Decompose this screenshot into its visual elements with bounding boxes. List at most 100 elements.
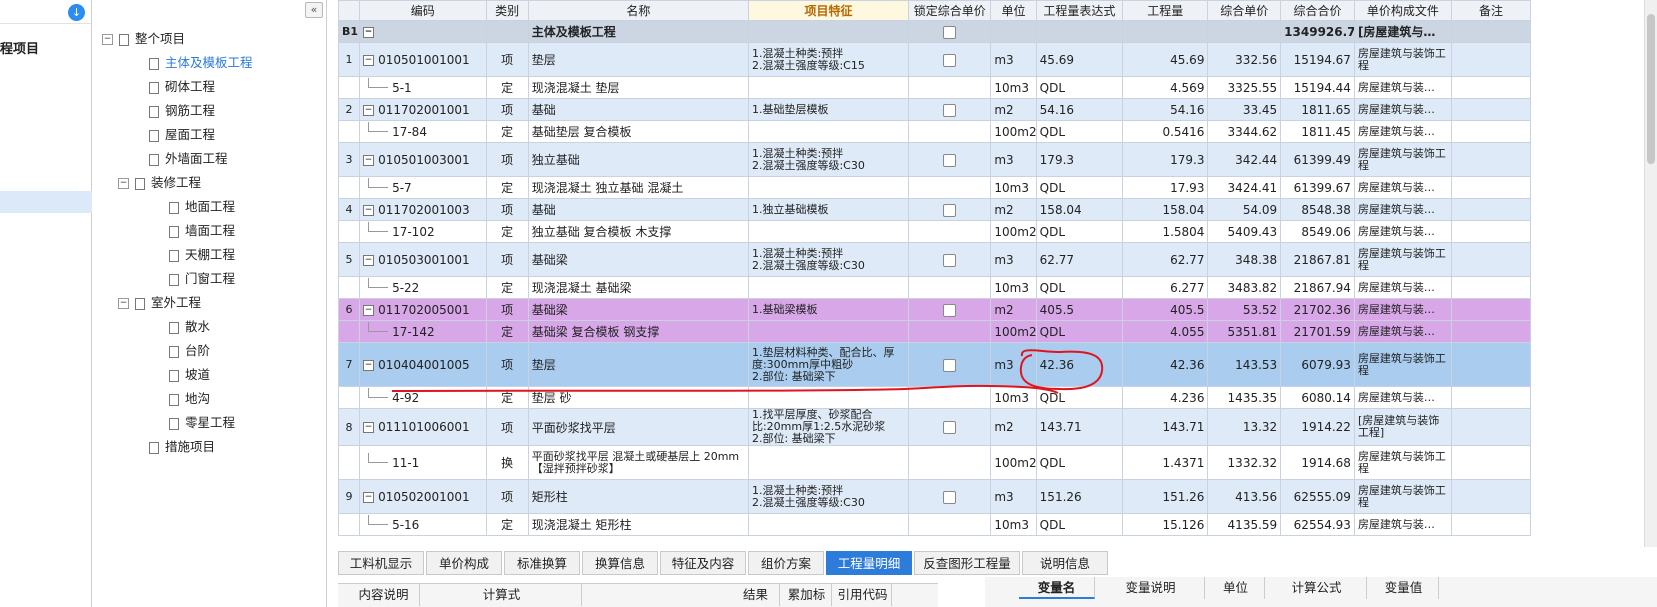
code-cell[interactable]: −010502001001 [359, 479, 487, 514]
item-name[interactable]: 现浇混凝土 独立基础 混凝土 [527, 176, 749, 199]
item-feature[interactable] [747, 513, 910, 536]
item-name[interactable]: 平面砂浆找平层 混凝土或硬基层上 20mm 【湿拌预拌砂浆】 [527, 445, 749, 480]
item-name[interactable]: 现浇混凝土 基础梁 [527, 276, 749, 299]
tree-node[interactable]: 砌体工程 [149, 76, 215, 98]
detail-column-header[interactable]: 累加标识 [782, 584, 832, 606]
quota-row[interactable]: 5-7 定现浇混凝土 独立基础 混凝土 10m3 QDL 17.93 3424.41 613… [338, 176, 1532, 199]
column-header[interactable]: 工程量表达式 [1035, 0, 1124, 21]
tree-node[interactable]: 措施项目 [149, 436, 215, 458]
lock-price-checkbox[interactable] [943, 103, 957, 117]
tree-node[interactable]: 外墙面工程 [149, 148, 228, 170]
quota-row[interactable]: 5-1 定现浇混凝土 垫层 10m3 QDL 4.569 3325.55 15194.44 房… [338, 76, 1532, 99]
code-cell[interactable]: 17-142 [359, 320, 487, 343]
vertical-scrollbar[interactable] [1644, 0, 1657, 547]
remark-cell[interactable] [1450, 98, 1532, 121]
remark-cell[interactable] [1450, 342, 1532, 387]
variable-column-header[interactable]: 变量值 [1369, 577, 1439, 599]
collapse-toggle-icon[interactable]: − [363, 422, 375, 433]
lock-price-cell[interactable] [908, 408, 992, 446]
item-name[interactable]: 基础梁 [527, 242, 749, 277]
bottom-tab[interactable]: 换算信息 [582, 551, 658, 575]
tree-node[interactable]: 台阶 [169, 340, 210, 362]
collapse-toggle-icon[interactable]: − [363, 491, 375, 503]
item-feature[interactable]: 1.独立基础模板 [747, 198, 910, 221]
code-cell[interactable]: 11-1 [359, 445, 487, 480]
code-cell[interactable]: −010501001001 [359, 42, 487, 77]
quota-row[interactable]: 4-92 定垫层 砂 10m3 QDL 4.236 1435.35 6080.14 房屋建筑与… [338, 386, 1532, 409]
quantity-expression[interactable]: 45.69 [1035, 42, 1124, 77]
tree-toggle-icon[interactable]: − [118, 298, 129, 309]
column-header[interactable]: 备注 [1450, 0, 1532, 21]
remark-cell[interactable] [1450, 220, 1532, 243]
item-feature[interactable]: 1.找平层厚度、砂浆配合比:20mm厚1:2.5水泥砂浆 2.部位: 基础梁下 [747, 408, 910, 446]
remark-cell[interactable] [1450, 513, 1532, 536]
item-name[interactable]: 现浇混凝土 矩形柱 [527, 513, 749, 536]
quantity-expression[interactable]: 143.71 [1035, 408, 1124, 446]
remark-cell[interactable] [1450, 298, 1532, 321]
column-header[interactable]: 名称 [527, 0, 749, 21]
code-cell[interactable]: −010503001001 [359, 242, 487, 277]
item-feature[interactable] [747, 276, 910, 299]
code-cell[interactable]: 5-16 [359, 513, 487, 536]
tree-node[interactable]: − 室外工程 [118, 292, 201, 314]
item-feature[interactable] [747, 445, 910, 480]
code-cell[interactable]: 5-22 [359, 276, 487, 299]
remark-cell[interactable] [1450, 276, 1532, 299]
remark-cell[interactable] [1450, 242, 1532, 277]
cost-composition-file[interactable]: 房屋建筑与装… [1353, 298, 1452, 321]
lock-price-cell[interactable] [908, 176, 992, 199]
bill-item-row[interactable]: 4−011702001003 项基础 1.独立基础模板 m2 158.04 158.04 5… [338, 198, 1532, 221]
item-feature[interactable]: 1.基础垫层模板 [747, 98, 910, 121]
quantity-expression[interactable]: 54.16 [1035, 98, 1124, 121]
remark-cell[interactable] [1450, 320, 1532, 343]
variable-column-header[interactable]: 变量名 [1019, 577, 1095, 599]
cost-composition-file[interactable]: 房屋建筑与装… [1353, 198, 1452, 221]
item-name[interactable]: 基础梁 [527, 298, 749, 321]
bill-item-row[interactable]: 1−010501001001 项垫层 1.混凝土种类:预拌 2.混凝土强度等级:C1… [338, 42, 1532, 77]
code-cell[interactable]: −011702001001 [359, 98, 487, 121]
cost-composition-file[interactable]: 房屋建筑与装… [1353, 513, 1452, 536]
tree-node[interactable]: 墙面工程 [169, 220, 235, 242]
quantity-expression[interactable]: 62.77 [1035, 242, 1124, 277]
cost-composition-file[interactable]: 房屋建筑与装饰工程 [1353, 242, 1452, 277]
column-header[interactable]: 工程量 [1122, 0, 1209, 21]
tree-node[interactable]: − 装修工程 [118, 172, 201, 194]
tree-node[interactable]: 门窗工程 [169, 268, 235, 290]
item-feature[interactable]: 1.垫层材料种类、配合比、厚度:300mm厚中粗砂 2.部位: 基础梁下 [747, 342, 910, 387]
bottom-tab[interactable]: 工料机显示 [338, 551, 424, 575]
quantity-expression[interactable]: QDL [1035, 445, 1124, 480]
lock-price-cell[interactable] [908, 342, 992, 387]
column-header[interactable]: 锁定综合单价 [908, 0, 992, 21]
item-name[interactable]: 矩形柱 [527, 479, 749, 514]
variable-column-header[interactable]: 单位 [1207, 577, 1265, 599]
item-name[interactable]: 垫层 砂 [527, 386, 749, 409]
item-name[interactable]: 独立基础 [527, 142, 749, 177]
lock-price-checkbox[interactable] [943, 490, 957, 504]
lock-price-cell[interactable] [908, 242, 992, 277]
code-cell[interactable]: −011702001003 [359, 198, 487, 221]
remark-cell[interactable] [1450, 120, 1532, 143]
column-header[interactable]: 编码 [359, 0, 487, 21]
cost-composition-file[interactable]: 房屋建筑与装… [1353, 176, 1452, 199]
lock-price-cell[interactable] [908, 320, 992, 343]
quantity-expression[interactable]: QDL [1035, 220, 1124, 243]
quantity-expression[interactable]: QDL [1035, 176, 1124, 199]
item-name[interactable]: 基础 [527, 198, 749, 221]
lock-price-checkbox[interactable] [943, 153, 957, 167]
collapse-toggle-icon[interactable]: − [363, 204, 375, 216]
collapse-toggle-icon[interactable]: − [363, 359, 375, 371]
code-cell[interactable]: −011101006001 [359, 408, 487, 446]
code-cell[interactable]: 17-84 [359, 120, 487, 143]
quantity-expression[interactable]: QDL [1035, 120, 1124, 143]
column-header[interactable]: 类别 [485, 0, 529, 21]
lock-price-cell[interactable] [908, 142, 992, 177]
tree-toggle-icon[interactable]: − [118, 178, 129, 189]
item-name[interactable]: 垫层 [527, 342, 749, 387]
item-feature[interactable]: 1.混凝土种类:预拌 2.混凝土强度等级:C30 [747, 242, 910, 277]
bottom-tab[interactable]: 反查图形工程量 [914, 551, 1020, 575]
cost-composition-file[interactable]: 房屋建筑与装… [1353, 220, 1452, 243]
remark-cell[interactable] [1450, 76, 1532, 99]
bill-item-row[interactable]: 6−011702005001 项基础梁 1.基础梁模板 m2 405.5 405.5 53.… [338, 298, 1532, 321]
item-feature[interactable] [747, 76, 910, 99]
bill-item-row[interactable]: 2−011702001001 项基础 1.基础垫层模板 m2 54.16 54.16 33.… [338, 98, 1532, 121]
